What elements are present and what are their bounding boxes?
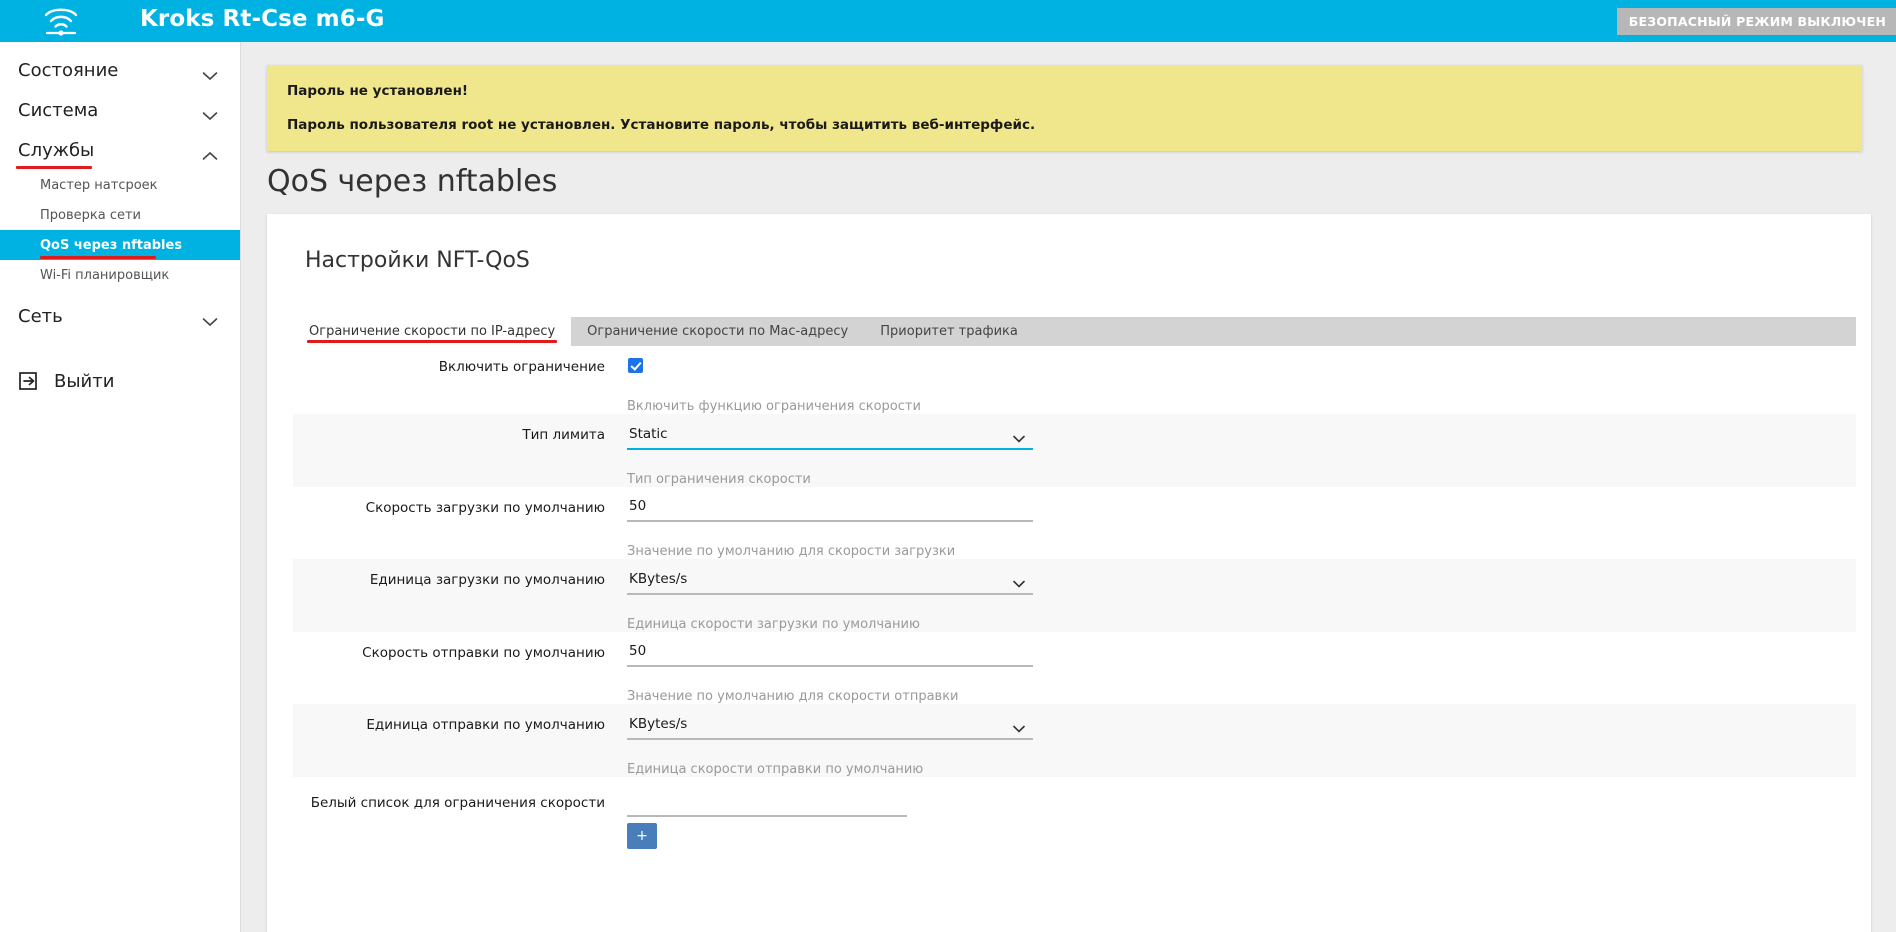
qos-form: Включить ограничение Включить функцию ог… xyxy=(293,346,1856,857)
form-row-limit-type: Тип лимита Static Тип ограничения скорос… xyxy=(293,414,1856,487)
page-title-text: QoS через nftables xyxy=(267,164,558,199)
sidebar-item-label: Мастер натсроек xyxy=(40,177,158,193)
sidebar-group-label: Система xyxy=(18,99,99,121)
logout-icon xyxy=(18,370,40,392)
sidebar-item-label: QoS через nftables xyxy=(40,237,183,253)
sidebar-item-label: Проверка сети xyxy=(40,207,142,223)
chevron-up-icon xyxy=(202,145,218,160)
logout-label: Выйти xyxy=(54,370,115,392)
sidebar-group-label: Состояние xyxy=(18,59,119,81)
warning-title: Пароль не установлен! xyxy=(287,83,469,99)
warning-text: Пароль пользователя root не установлен. … xyxy=(287,117,1036,133)
form-row-enable-limit: Включить ограничение Включить функцию ог… xyxy=(293,346,1856,414)
app-header: Kroks Rt-Cse m6-G БЕЗОПАСНЫЙ РЕЖИМ ВЫКЛЮ… xyxy=(0,0,1896,42)
tab-label: Ограничение скорости по Mac-адресу xyxy=(587,324,849,339)
tab-traffic-priority[interactable]: Приоритет трафика xyxy=(864,317,1034,346)
annotation-underline-active-tab xyxy=(307,340,558,343)
tab-ip-rate-limit[interactable]: Ограничение скорости по IP-адресу xyxy=(293,317,572,346)
enable-limit-checkbox[interactable] xyxy=(628,358,643,373)
field-label: Белый список для ограничения скорости xyxy=(310,795,605,811)
sidebar-group-system[interactable]: Система xyxy=(0,90,240,130)
field-label: Включить ограничение xyxy=(438,359,605,375)
sidebar-group-status[interactable]: Состояние xyxy=(0,50,240,90)
field-label: Скорость отправки по умолчанию xyxy=(362,645,605,661)
default-upload-speed-input[interactable] xyxy=(627,641,1033,667)
field-hint: Включить функцию ограничения скорости xyxy=(627,399,921,414)
default-upload-unit-select-wrap: KBytes/s xyxy=(627,713,1033,740)
form-row-default-upload-speed: Скорость отправки по умолчанию Значение … xyxy=(293,632,1856,704)
rate-limit-whitelist-input[interactable] xyxy=(627,791,907,817)
brand-title: Kroks Rt-Cse m6-G xyxy=(140,6,385,32)
password-warning-banner: Пароль не установлен! Пароль пользовател… xyxy=(267,65,1862,151)
tab-mac-rate-limit[interactable]: Ограничение скорости по Mac-адресу xyxy=(571,317,864,346)
add-whitelist-entry-button[interactable]: + xyxy=(627,823,657,849)
default-download-unit-select-wrap: KBytes/s xyxy=(627,568,1033,595)
main-content: Пароль не установлен! Пароль пользовател… xyxy=(241,42,1896,932)
chevron-down-icon xyxy=(202,65,218,81)
sidebar: Состояние Система Службы Мастер натсроек… xyxy=(0,42,241,932)
field-hint: Единица скорости загрузки по умолчанию xyxy=(627,617,920,632)
annotation-underline-services xyxy=(16,166,92,169)
settings-card: Настройки NFT-QoS Ограничение скорости п… xyxy=(267,214,1871,932)
sidebar-item-wifi-scheduler[interactable]: Wi-Fi планировщик xyxy=(0,260,240,290)
sidebar-group-services[interactable]: Службы xyxy=(0,130,240,170)
sidebar-item-qos-nftables[interactable]: QoS через nftables xyxy=(0,230,240,260)
sidebar-group-network[interactable]: Сеть xyxy=(0,296,240,336)
form-row-default-download-speed: Скорость загрузки по умолчанию Значение … xyxy=(293,487,1856,559)
field-label: Скорость загрузки по умолчанию xyxy=(365,500,605,516)
annotation-underline-qos xyxy=(40,256,156,259)
field-hint: Единица скорости отправки по умолчанию xyxy=(627,762,924,777)
field-label: Единица отправки по умолчанию xyxy=(366,717,605,733)
chevron-down-icon xyxy=(202,311,218,327)
form-row-rate-limit-whitelist: Белый список для ограничения скорости + xyxy=(293,777,1856,857)
tab-label: Приоритет трафика xyxy=(880,324,1018,339)
field-label: Единица загрузки по умолчанию xyxy=(369,572,605,588)
limit-type-select[interactable]: Static xyxy=(627,424,1033,450)
wifi-icon xyxy=(42,4,80,38)
card-title: Настройки NFT-QoS xyxy=(305,248,530,273)
field-hint: Значение по умолчанию для скорости отпра… xyxy=(627,689,959,704)
sidebar-item-setup-wizard[interactable]: Мастер натсроек xyxy=(0,170,240,200)
sidebar-group-label: Сеть xyxy=(18,305,63,327)
sidebar-item-network-check[interactable]: Проверка сети xyxy=(0,200,240,230)
field-hint: Значение по умолчанию для скорости загру… xyxy=(627,544,956,559)
chevron-down-icon xyxy=(202,105,218,121)
limit-type-select-wrap: Static xyxy=(627,423,1033,450)
sidebar-item-label: Wi-Fi планировщик xyxy=(40,267,170,283)
default-download-speed-input[interactable] xyxy=(627,496,1033,522)
sidebar-group-label: Службы xyxy=(18,139,95,161)
form-row-default-download-unit: Единица загрузки по умолчанию KBytes/s Е… xyxy=(293,559,1856,632)
default-upload-unit-select[interactable]: KBytes/s xyxy=(627,714,1033,740)
field-hint: Тип ограничения скорости xyxy=(627,472,811,487)
logout-button[interactable]: Выйти xyxy=(0,370,240,392)
default-download-unit-select[interactable]: KBytes/s xyxy=(627,569,1033,595)
form-row-default-upload-unit: Единица отправки по умолчанию KBytes/s Е… xyxy=(293,704,1856,777)
field-label: Тип лимита xyxy=(522,427,605,443)
safe-mode-badge: БЕЗОПАСНЫЙ РЕЖИМ ВЫКЛЮЧЕН xyxy=(1616,8,1896,35)
tab-bar: Ограничение скорости по IP-адресу Ограни… xyxy=(293,317,1856,346)
page-title: QoS через nftables xyxy=(241,164,1896,199)
tab-label: Ограничение скорости по IP-адресу xyxy=(309,324,556,339)
